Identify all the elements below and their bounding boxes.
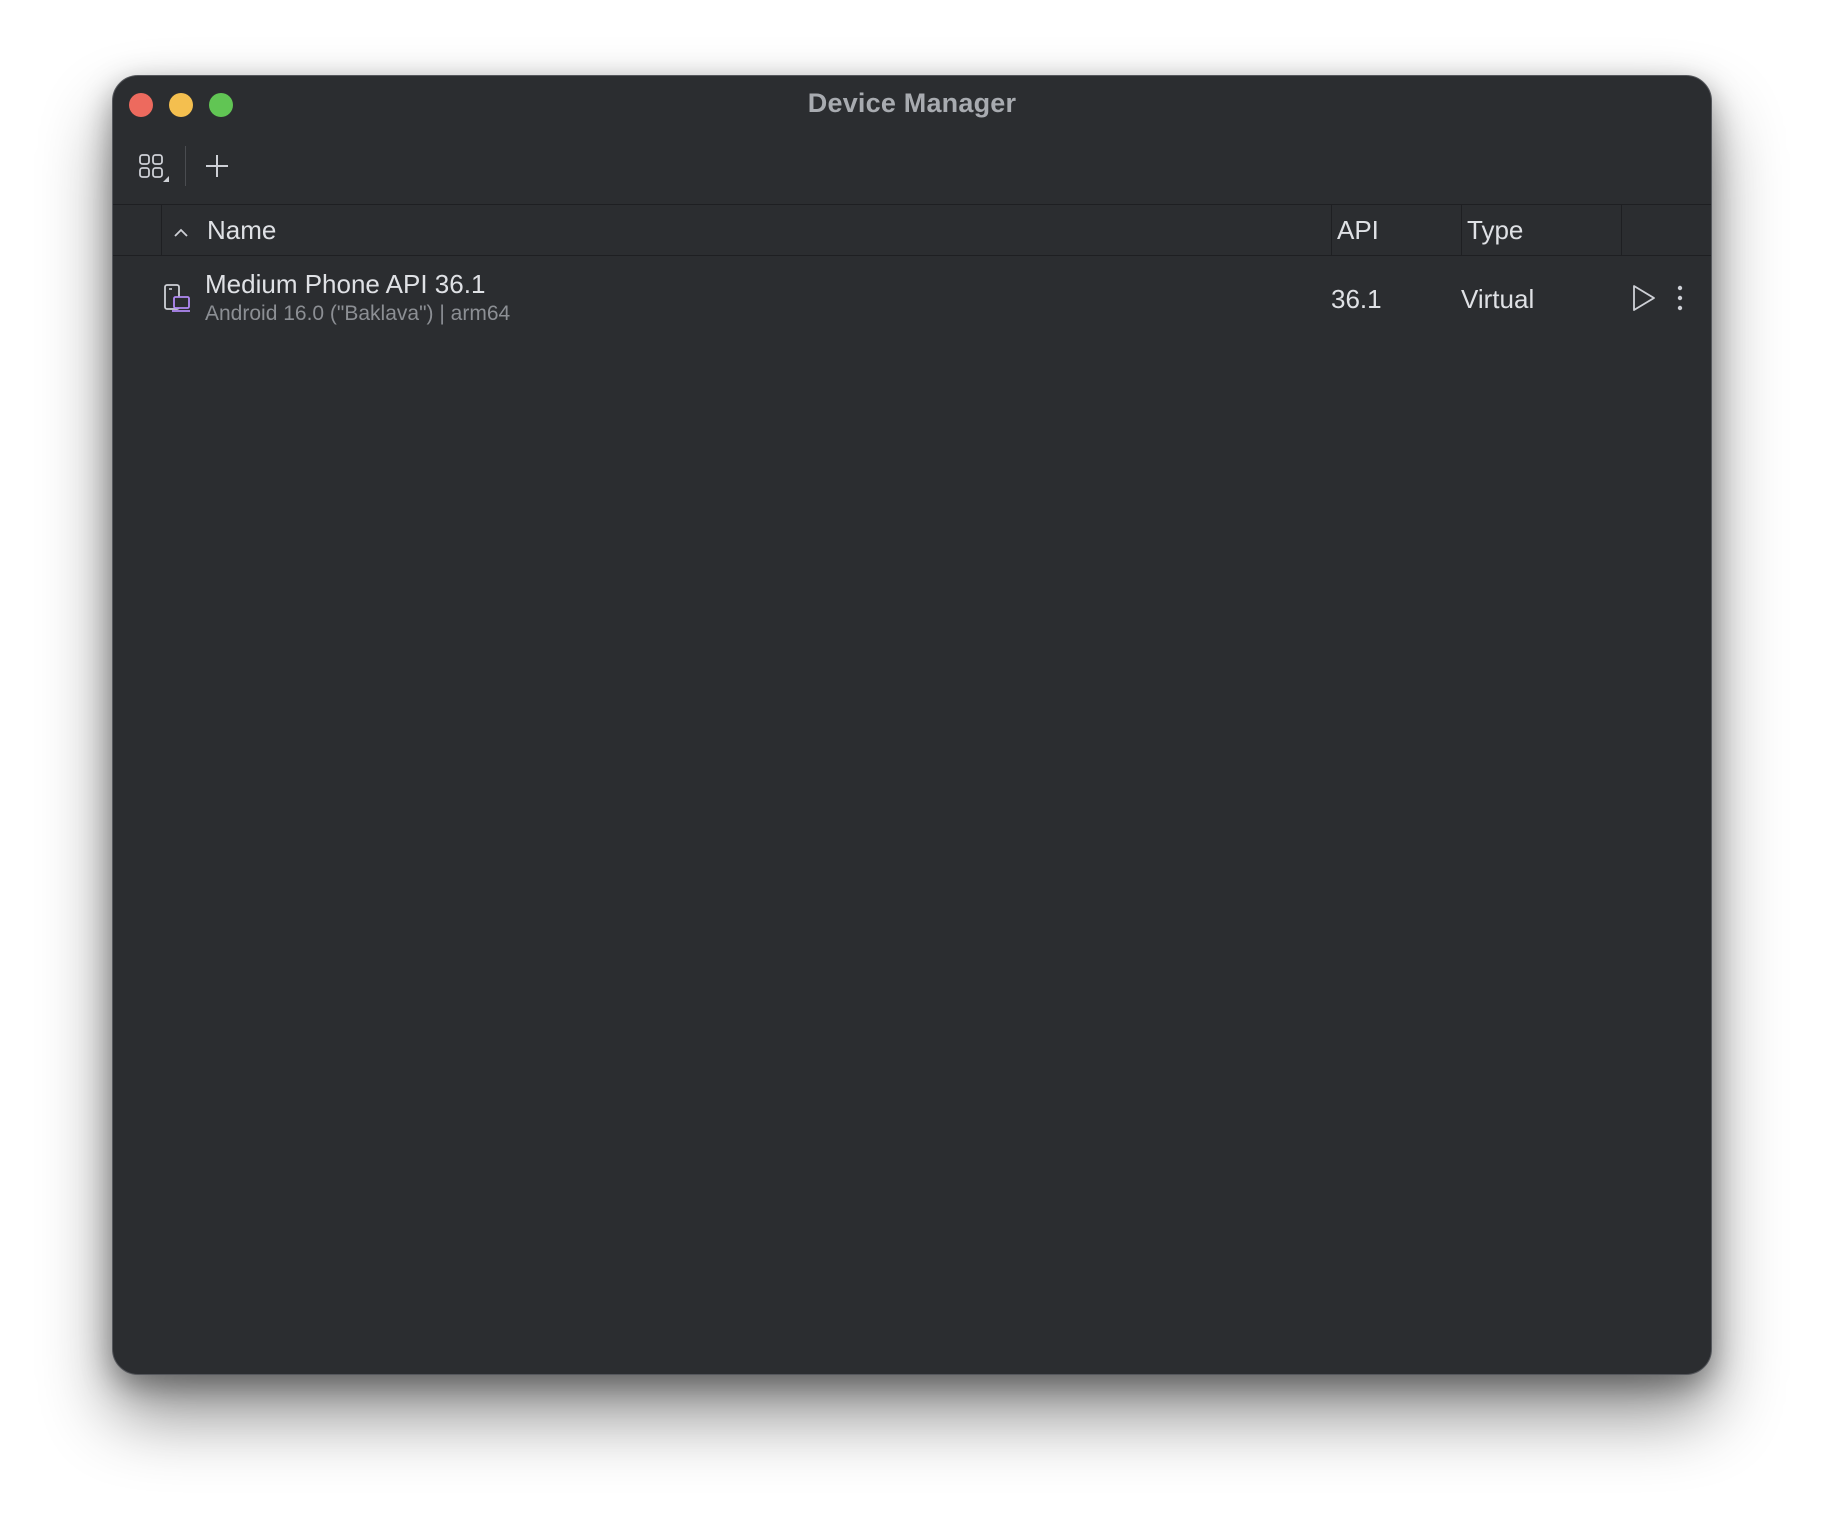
grid-view-button[interactable] xyxy=(131,144,175,188)
chevron-up-icon xyxy=(174,228,188,237)
start-device-button[interactable] xyxy=(1623,278,1663,318)
device-name: Medium Phone API 36.1 xyxy=(205,269,486,299)
device-details: Android 16.0 ("Baklava") | arm64 xyxy=(205,302,511,325)
table-row[interactable]: Medium Phone API 36.1 Android 16.0 ("Bak… xyxy=(113,256,1711,340)
play-icon xyxy=(1633,285,1655,311)
window-title: Device Manager xyxy=(807,88,1017,118)
toolbar-separator xyxy=(185,146,186,186)
grid-view-icon xyxy=(139,154,169,182)
column-divider xyxy=(1461,205,1462,255)
device-api: 36.1 xyxy=(1331,284,1382,314)
more-vertical-icon xyxy=(1677,285,1683,311)
column-divider xyxy=(1331,205,1332,255)
more-actions-button[interactable] xyxy=(1667,278,1693,318)
add-device-button[interactable] xyxy=(195,144,239,188)
toolbar xyxy=(113,132,1711,205)
title-bar: Device Manager xyxy=(113,76,1711,132)
column-header-api[interactable]: API xyxy=(1337,215,1379,246)
column-divider xyxy=(1621,205,1622,255)
device-type: Virtual xyxy=(1461,284,1535,314)
sort-ascending-button[interactable] xyxy=(171,219,191,250)
virtual-phone-icon xyxy=(164,284,190,312)
device-manager-window: Device Manager Name API Type Medium Phon… xyxy=(112,75,1712,1375)
table-header: Name API Type xyxy=(113,205,1711,256)
column-header-type[interactable]: Type xyxy=(1467,215,1523,246)
plus-icon xyxy=(206,155,228,177)
column-header-name[interactable]: Name xyxy=(207,215,276,246)
column-divider xyxy=(161,205,162,255)
